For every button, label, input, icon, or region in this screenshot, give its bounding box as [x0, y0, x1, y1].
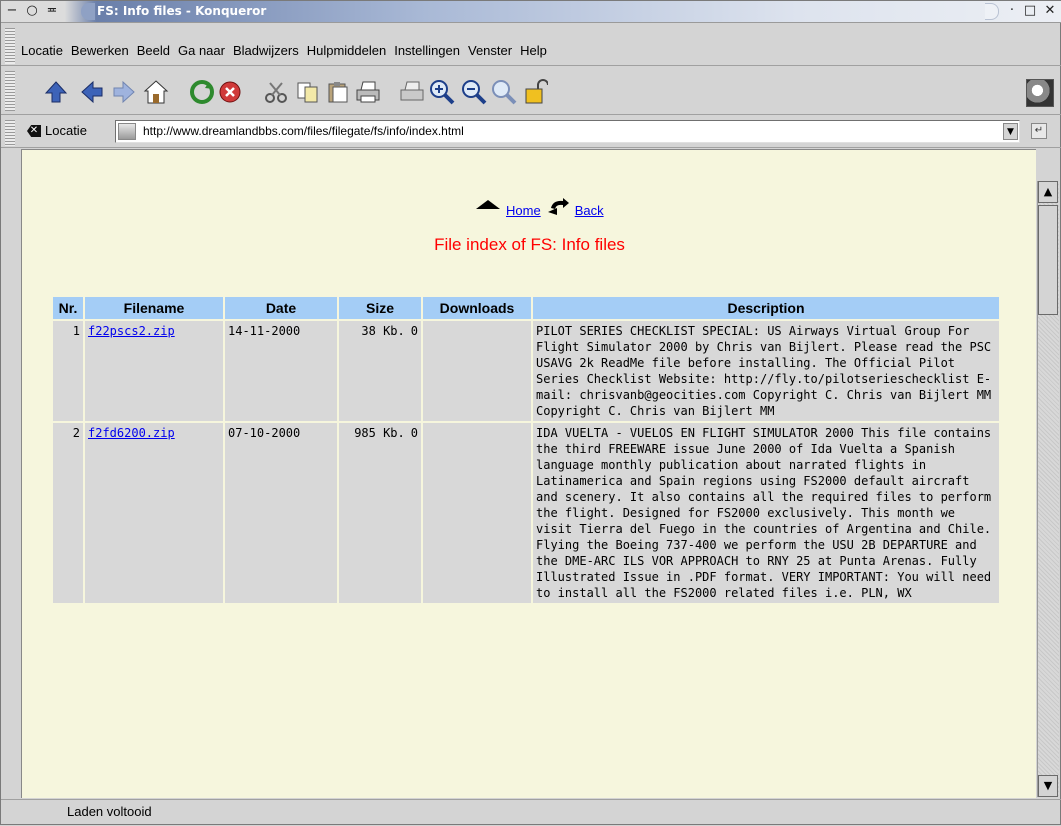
minimize-button[interactable]: · — [1005, 4, 1019, 18]
col-filename: Filename — [85, 297, 223, 319]
file-link[interactable]: f22pscs2.zip — [88, 324, 175, 338]
row-description: IDA VUELTA - VUELOS EN FLIGHT SIMULATOR … — [533, 423, 999, 603]
col-nr: Nr. — [53, 297, 83, 319]
col-size: Size — [339, 297, 421, 319]
col-downloads: Downloads — [423, 297, 531, 319]
row-size: 985 Kb. 0 — [339, 423, 421, 603]
file-table: Nr. Filename Date Size Downloads Descrip… — [51, 295, 1001, 605]
menu-instellingen[interactable]: Instellingen — [394, 43, 460, 58]
col-date: Date — [225, 297, 337, 319]
page-content: Home Back File index of FS: Info files N… — [21, 149, 1036, 798]
window-title: FS: Info files - Konqueror — [97, 4, 267, 18]
stop-icon[interactable] — [215, 77, 245, 107]
scroll-up-button[interactable]: ▲ — [1038, 181, 1058, 203]
paste-icon[interactable] — [323, 77, 353, 107]
row-filename-cell: f2fd6200.zip — [85, 423, 223, 603]
up-icon[interactable] — [41, 77, 71, 107]
row-downloads-cell — [423, 423, 531, 603]
clear-location-icon[interactable]: ✕ — [27, 125, 41, 137]
table-header-row: Nr. Filename Date Size Downloads Descrip… — [53, 297, 999, 319]
konqueror-window: − ○ ≖ FS: Info files - Konqueror · □ ✕ L… — [0, 0, 1061, 825]
forward-icon[interactable] — [109, 77, 139, 107]
menu-bewerken[interactable]: Bewerken — [71, 43, 129, 58]
home-link[interactable]: Home — [506, 203, 541, 218]
print-icon[interactable] — [353, 77, 383, 107]
main-toolbar — [1, 67, 1061, 115]
reload-icon[interactable] — [187, 77, 217, 107]
menubar: Locatie Bewerken Beeld Ga naar Bladwijze… — [1, 24, 1061, 66]
page-title: File index of FS: Info files — [434, 235, 625, 254]
file-link[interactable]: f2fd6200.zip — [88, 426, 175, 440]
menu-ga-naar[interactable]: Ga naar — [178, 43, 225, 58]
menu-bladwijzers[interactable]: Bladwijzers — [233, 43, 299, 58]
row-nr: 2 — [53, 423, 83, 603]
col-description: Description — [533, 297, 999, 319]
close-button[interactable]: ✕ — [1043, 4, 1057, 18]
location-input[interactable]: http://www.dreamlandbbs.com/files/filega… — [115, 120, 1020, 143]
row-size-value: 38 Kb. — [361, 324, 405, 338]
row-date: 14-11-2000 — [225, 321, 337, 421]
title-decoration — [81, 3, 95, 20]
zoom-icon[interactable] — [489, 77, 519, 107]
location-history-dropdown[interactable]: ▼ — [1003, 123, 1018, 140]
sticky-button[interactable]: ○ — [25, 4, 39, 18]
menu-venster[interactable]: Venster — [468, 43, 512, 58]
print-frame-icon[interactable] — [397, 77, 427, 107]
page-nav: Home Back — [476, 198, 604, 218]
location-label: Locatie — [45, 123, 87, 138]
location-url[interactable]: http://www.dreamlandbbs.com/files/filega… — [143, 124, 464, 138]
cut-icon[interactable] — [261, 77, 291, 107]
row-downloads-value: 0 — [410, 324, 418, 338]
row-downloads-cell — [423, 321, 531, 421]
shade-button[interactable]: ≖ — [45, 4, 59, 18]
title-bar[interactable]: − ○ ≖ FS: Info files - Konqueror · □ ✕ — [1, 1, 1061, 23]
home-icon[interactable] — [141, 77, 171, 107]
menu-beeld[interactable]: Beeld — [137, 43, 170, 58]
back-arrow-icon — [547, 198, 569, 215]
toolbar-grip[interactable] — [5, 71, 15, 111]
table-row: 2 f2fd6200.zip 07-10-2000 985 Kb. 0 IDA V… — [53, 423, 999, 603]
maximize-button[interactable]: □ — [1023, 4, 1037, 18]
scroll-down-button[interactable]: ▼ — [1038, 775, 1058, 797]
row-description: PILOT SERIES CHECKLIST SPECIAL: US Airwa… — [533, 321, 999, 421]
security-lock-icon[interactable] — [521, 77, 551, 107]
status-bar: Laden voltooid — [1, 799, 1061, 826]
row-size: 38 Kb. 0 — [339, 321, 421, 421]
window-menu-button[interactable]: − — [5, 4, 19, 18]
title-decoration-end — [985, 3, 999, 20]
menu-locatie[interactable]: Locatie — [21, 43, 63, 58]
zoom-out-icon[interactable] — [459, 77, 489, 107]
menu-hulpmiddelen[interactable]: Hulpmiddelen — [307, 43, 387, 58]
row-size-value: 985 Kb. — [354, 426, 405, 440]
row-filename-cell: f22pscs2.zip — [85, 321, 223, 421]
locbar-grip[interactable] — [5, 120, 15, 146]
menu-help[interactable]: Help — [520, 43, 547, 58]
kde-throbber-icon — [1026, 79, 1054, 107]
status-text: Laden voltooid — [67, 804, 152, 819]
location-toolbar: ✕ Locatie http://www.dreamlandbbs.com/fi… — [1, 116, 1061, 148]
back-link[interactable]: Back — [575, 203, 604, 218]
home-arrow-icon — [476, 200, 500, 209]
row-nr: 1 — [53, 321, 83, 421]
table-row: 1 f22pscs2.zip 14-11-2000 38 Kb. 0 PILOT … — [53, 321, 999, 421]
menubar-grip[interactable] — [5, 28, 15, 64]
zoom-in-icon[interactable] — [427, 77, 457, 107]
go-button[interactable]: ↵ — [1031, 123, 1047, 139]
back-icon[interactable] — [77, 77, 107, 107]
scroll-thumb[interactable] — [1038, 205, 1058, 315]
copy-icon[interactable] — [293, 77, 323, 107]
page-favicon-icon — [118, 123, 136, 140]
row-date: 07-10-2000 — [225, 423, 337, 603]
row-downloads-value: 0 — [410, 426, 418, 440]
